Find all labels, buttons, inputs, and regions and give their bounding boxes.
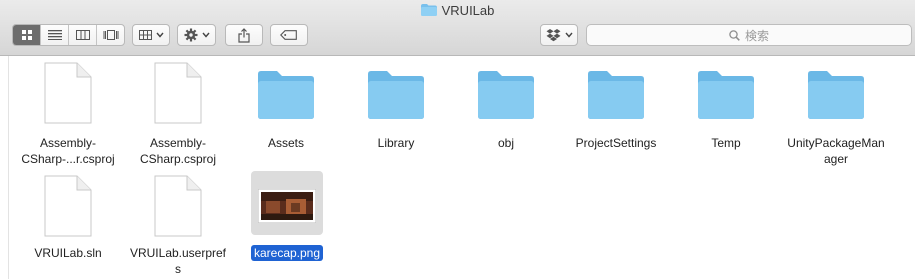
chevron-down-icon <box>564 32 573 38</box>
folder-item[interactable]: Assets <box>231 62 341 172</box>
title-bar: VRUILab 検索 <box>0 0 915 56</box>
columns-icon <box>75 30 90 40</box>
document-icon <box>123 62 233 124</box>
edit-tags-button[interactable] <box>270 24 308 46</box>
folder-icon <box>671 69 781 121</box>
search-placeholder: 検索 <box>744 28 769 43</box>
file-item[interactable]: VRUILab.userpref s <box>123 175 233 279</box>
share-icon <box>238 27 250 43</box>
document-icon <box>13 175 123 237</box>
grid-icon <box>21 30 32 40</box>
file-name: Temp <box>711 136 741 150</box>
file-name: Library <box>377 136 415 150</box>
folder-item[interactable]: obj <box>451 62 561 172</box>
folder-icon <box>561 69 671 121</box>
folder-icon <box>420 4 437 16</box>
icon-view-button[interactable] <box>13 25 41 45</box>
folder-icon <box>781 69 891 121</box>
group-grid-icon <box>138 30 152 40</box>
folder-item[interactable]: UnityPackageMan ager <box>781 62 891 172</box>
file-name: Assembly- CSharp-...r.csproj <box>21 136 115 166</box>
file-name: obj <box>497 136 514 150</box>
folder-item[interactable]: ProjectSettings <box>561 62 671 172</box>
document-icon <box>123 175 233 237</box>
column-view-button[interactable] <box>69 25 97 45</box>
chevron-down-icon <box>155 32 164 38</box>
file-item[interactable]: VRUILab.sln <box>13 175 123 279</box>
search-icon <box>729 29 740 41</box>
window-title: VRUILab <box>0 3 915 19</box>
file-name: UnityPackageMan ager <box>787 136 885 166</box>
file-item[interactable]: Assembly- CSharp-...r.csproj <box>13 62 123 172</box>
image-file-item[interactable]: karecap.png <box>232 175 342 279</box>
gallery-view-button[interactable] <box>97 25 124 45</box>
action-menu-button[interactable] <box>177 24 216 46</box>
tag-icon <box>280 30 297 40</box>
file-name: VRUILab.userpref s <box>129 246 227 276</box>
file-name: ProjectSettings <box>575 136 657 150</box>
folder-item[interactable]: Library <box>341 62 451 172</box>
image-thumbnail <box>232 189 342 223</box>
file-name: karecap.png <box>232 245 342 261</box>
gear-icon <box>184 28 197 42</box>
file-name: VRUILab.sln <box>34 246 102 260</box>
search-field[interactable]: 検索 <box>586 24 912 46</box>
document-icon <box>13 62 123 124</box>
view-mode-segmented-control[interactable] <box>12 24 125 46</box>
file-name: Assembly- CSharp.csproj <box>139 136 217 166</box>
share-button[interactable] <box>225 24 263 46</box>
folder-item[interactable]: Temp <box>671 62 781 172</box>
list-icon <box>47 30 62 40</box>
folder-icon <box>231 69 341 121</box>
chevron-down-icon <box>201 32 210 38</box>
list-view-button[interactable] <box>41 25 69 45</box>
folder-icon <box>341 69 451 121</box>
dropbox-icon <box>546 28 560 41</box>
file-name: Assets <box>267 136 304 150</box>
folder-icon <box>451 69 561 121</box>
selected-file-label: karecap.png <box>250 245 324 261</box>
group-by-button[interactable] <box>132 24 170 46</box>
dropbox-button[interactable] <box>540 24 578 46</box>
gallery-icon <box>103 30 118 40</box>
file-item[interactable]: Assembly- CSharp.csproj <box>123 62 233 172</box>
sidebar-divider <box>8 56 9 279</box>
